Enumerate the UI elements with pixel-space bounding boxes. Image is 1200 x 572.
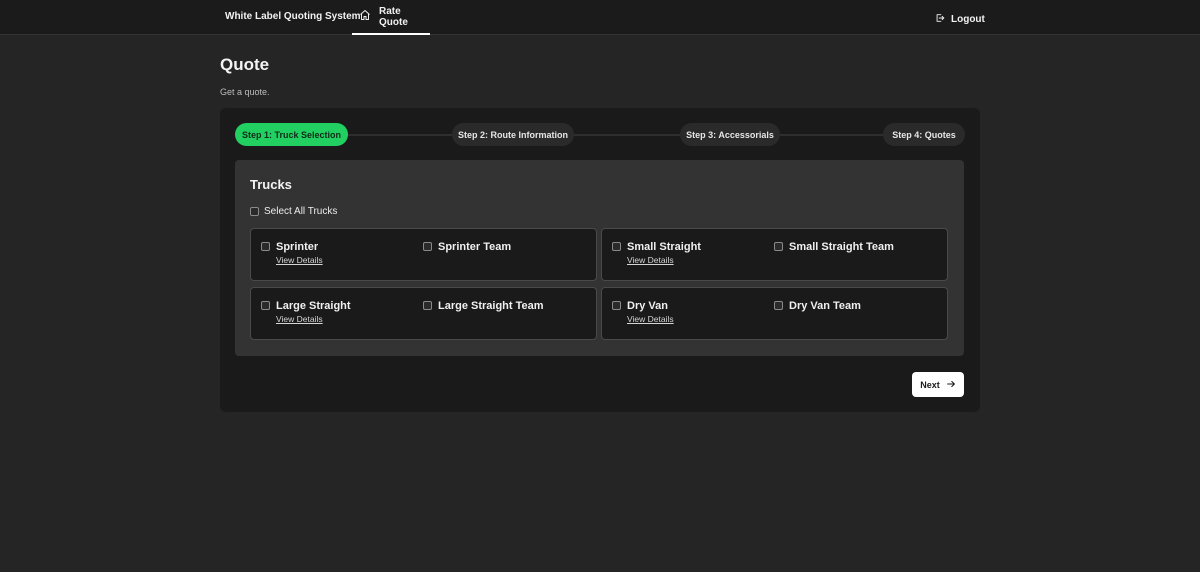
truck-name: Small Straight — [627, 241, 701, 253]
truck-option-dry-van[interactable]: Dry Van View Details — [612, 298, 674, 324]
trucks-title: Trucks — [250, 177, 292, 192]
nav-tab-label: Rate Quote — [379, 5, 408, 28]
logout-label: Logout — [951, 13, 985, 25]
truck-checkbox[interactable] — [261, 242, 270, 251]
truck-checkbox[interactable] — [261, 301, 270, 310]
select-all-checkbox[interactable] — [250, 207, 259, 216]
truck-name: Small Straight Team — [789, 241, 894, 253]
truck-group-sprinter: Sprinter View Details Sprinter Team — [250, 228, 597, 281]
step-truck-selection[interactable]: Step 1: Truck Selection — [235, 123, 348, 146]
step-quotes[interactable]: Step 4: Quotes — [883, 123, 965, 146]
truck-option-large-straight-team[interactable]: Large Straight Team — [423, 298, 544, 314]
truck-checkbox[interactable] — [423, 301, 432, 310]
page-title: Quote — [220, 55, 270, 74]
next-button[interactable]: Next — [912, 372, 964, 397]
truck-option-large-straight[interactable]: Large Straight View Details — [261, 298, 351, 324]
logout-icon — [935, 10, 945, 28]
truck-name: Large Straight Team — [438, 300, 544, 312]
arrow-right-icon — [946, 376, 956, 394]
truck-name: Large Straight — [276, 300, 351, 312]
stepper-line — [245, 134, 955, 136]
view-details-link[interactable]: View Details — [276, 255, 323, 265]
select-all-trucks[interactable]: Select All Trucks — [250, 206, 337, 217]
truck-option-sprinter-team[interactable]: Sprinter Team — [423, 239, 511, 255]
page-subtitle: Get a quote. — [220, 87, 270, 97]
truck-checkbox[interactable] — [423, 242, 432, 251]
stepper: Step 1: Truck Selection Step 2: Route In… — [235, 123, 965, 147]
view-details-link[interactable]: View Details — [627, 255, 701, 265]
view-details-link[interactable]: View Details — [627, 314, 674, 324]
top-nav: White Label Quoting System Rate Quote Lo… — [0, 0, 1200, 35]
select-all-label: Select All Trucks — [264, 206, 338, 217]
truck-name: Sprinter Team — [438, 241, 512, 253]
brand-name[interactable]: White Label Quoting System — [225, 11, 361, 22]
step-accessorials[interactable]: Step 3: Accessorials — [680, 123, 780, 146]
truck-checkbox[interactable] — [612, 301, 621, 310]
truck-group-large-straight: Large Straight View Details Large Straig… — [250, 287, 597, 340]
truck-option-sprinter[interactable]: Sprinter View Details — [261, 239, 323, 265]
nav-tab-rate-quote[interactable]: Rate Quote — [352, 0, 430, 35]
truck-option-small-straight-team[interactable]: Small Straight Team — [774, 239, 894, 255]
truck-group-dry-van: Dry Van View Details Dry Van Team — [601, 287, 948, 340]
truck-group-small-straight: Small Straight View Details Small Straig… — [601, 228, 948, 281]
logout-button[interactable]: Logout — [935, 10, 985, 28]
view-details-link[interactable]: View Details — [276, 314, 351, 324]
truck-checkbox[interactable] — [774, 301, 783, 310]
next-label: Next — [920, 379, 940, 390]
step-route-information[interactable]: Step 2: Route Information — [452, 123, 574, 146]
truck-checkbox[interactable] — [774, 242, 783, 251]
truck-name: Sprinter — [276, 241, 319, 253]
quote-card: Step 1: Truck Selection Step 2: Route In… — [220, 108, 980, 412]
trucks-panel: Trucks Select All Trucks Sprinter View D… — [235, 160, 964, 356]
truck-name: Dry Van — [627, 300, 668, 312]
truck-name: Dry Van Team — [789, 300, 861, 312]
truck-checkbox[interactable] — [612, 242, 621, 251]
truck-option-dry-van-team[interactable]: Dry Van Team — [774, 298, 861, 314]
home-icon — [359, 8, 371, 26]
truck-option-small-straight[interactable]: Small Straight View Details — [612, 239, 701, 265]
